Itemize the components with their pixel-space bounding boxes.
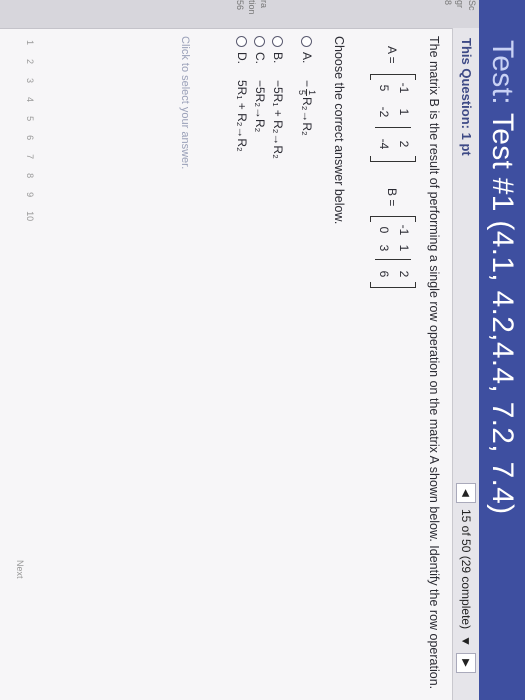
triangle-left-icon: ◀ <box>460 489 472 497</box>
option-text: R₂→R₂ <box>300 97 314 136</box>
question-number[interactable]: 10 <box>25 211 35 221</box>
radio-button[interactable] <box>301 36 313 47</box>
question-number[interactable]: 6 <box>25 135 35 140</box>
sidebar-text: gr <box>455 0 465 9</box>
augmented-divider <box>375 259 411 260</box>
matrix-a-cell: -4 <box>377 138 391 150</box>
matrix-b-cell: 3 <box>377 244 391 252</box>
matrices: A = -1 1 2 5 -2 -4 B = -1 1 2 0 3 6 <box>361 40 421 500</box>
sidebar-text: 56 <box>235 0 245 11</box>
option-letter: A. <box>300 52 314 64</box>
matrix-a-cell: 1 <box>397 108 411 116</box>
option-letter: C. <box>253 52 267 64</box>
option-text: 5R₁ + R₂→R₂ <box>235 80 249 152</box>
sidebar-text: ra <box>259 0 269 9</box>
answer-option-a[interactable]: A. − 1 5 R₂→R₂ <box>297 36 318 136</box>
option-text: −5R₁ + R₂→R₂ <box>271 80 285 159</box>
question-number[interactable]: 9 <box>25 192 35 197</box>
test-title: Test: Test #1 (4.1, 4.2,4.4, 7.2, 7.4) <box>485 40 519 514</box>
option-text: −5R₂→R₂ <box>253 80 267 133</box>
previous-question-button[interactable]: ◀ <box>456 483 476 503</box>
question-number-strip: 1 2 3 4 5 6 7 8 9 10 <box>25 40 35 221</box>
sidebar-text: Sc <box>467 0 477 11</box>
matrix-a: -1 1 2 5 -2 -4 <box>371 74 415 162</box>
augmented-divider <box>375 127 411 128</box>
answer-option-d[interactable]: D. 5R₁ + R₂→R₂ <box>232 36 252 152</box>
matrix-b-cell: -1 <box>397 224 411 236</box>
matrix-b-label: B = <box>385 188 399 207</box>
question-number[interactable]: 2 <box>25 59 35 64</box>
next-link[interactable]: Next <box>15 560 25 579</box>
sidebar-text: 8 <box>443 0 453 6</box>
question-number[interactable]: 5 <box>25 116 35 121</box>
matrix-b-cell: 6 <box>377 270 391 278</box>
test-label: Test: <box>486 40 519 105</box>
matrix-b-cell: 0 <box>377 226 391 234</box>
fraction-numerator: 1 <box>306 89 318 97</box>
answer-option-c[interactable]: C. −5R₂→R₂ <box>250 36 270 132</box>
option-sign: − <box>300 80 314 88</box>
answer-option-b[interactable]: B. −5R₁ + R₂→R₂ <box>268 36 288 159</box>
question-progress: 15 of 50 (29 complete) <box>459 509 473 630</box>
question-points: This Question: 1 pt <box>459 38 474 156</box>
question-number[interactable]: 8 <box>25 173 35 178</box>
header-bar: Test: Test #1 (4.1, 4.2,4.4, 7.2, 7.4) <box>479 0 525 700</box>
option-letter: B. <box>271 52 285 64</box>
radio-button[interactable] <box>236 36 248 47</box>
matrix-a-cell: 2 <box>397 140 411 148</box>
sidebar-text: tion <box>247 0 257 15</box>
option-letter: D. <box>235 52 249 64</box>
left-sidebar: Sc gr 8 ra tion 56 era tand 2 <box>0 0 479 29</box>
question-number[interactable]: 7 <box>25 154 35 159</box>
matrix-b: -1 1 2 0 3 6 <box>371 216 415 288</box>
choose-prompt: Choose the correct answer below. <box>332 36 346 225</box>
radio-button[interactable] <box>272 36 284 47</box>
matrix-a-cell: -2 <box>377 106 391 118</box>
click-instruction: Click to select your answer. <box>179 36 191 170</box>
matrix-b-cell: 2 <box>397 270 411 278</box>
next-question-button[interactable]: ▶ <box>456 652 476 673</box>
question-content: The matrix B is the result of performing… <box>41 36 441 690</box>
screen: Test: Test #1 (4.1, 4.2,4.4, 7.2, 7.4) S… <box>0 0 525 700</box>
fraction-denominator: 5 <box>297 90 308 96</box>
matrix-a-cell: 5 <box>377 84 391 92</box>
question-bar: This Question: 1 pt ◀ 15 of 50 (29 compl… <box>452 28 479 700</box>
matrix-b-cell: 1 <box>397 244 411 252</box>
question-number[interactable]: 1 <box>25 40 35 45</box>
matrix-a-label: A = <box>385 46 399 64</box>
question-number[interactable]: 3 <box>25 78 35 83</box>
question-number[interactable]: 4 <box>25 97 35 102</box>
test-name: Test #1 (4.1, 4.2,4.4, 7.2, 7.4) <box>486 112 519 515</box>
radio-button[interactable] <box>254 36 266 47</box>
question-text: The matrix B is the result of performing… <box>427 36 441 690</box>
question-navigation: ◀ 15 of 50 (29 complete) ▼ ▶ <box>456 483 476 673</box>
question-dropdown-icon[interactable]: ▼ <box>459 635 473 647</box>
triangle-right-icon: ▶ <box>460 659 472 667</box>
fraction: 1 5 <box>297 89 318 97</box>
matrix-a-cell: -1 <box>397 82 411 94</box>
